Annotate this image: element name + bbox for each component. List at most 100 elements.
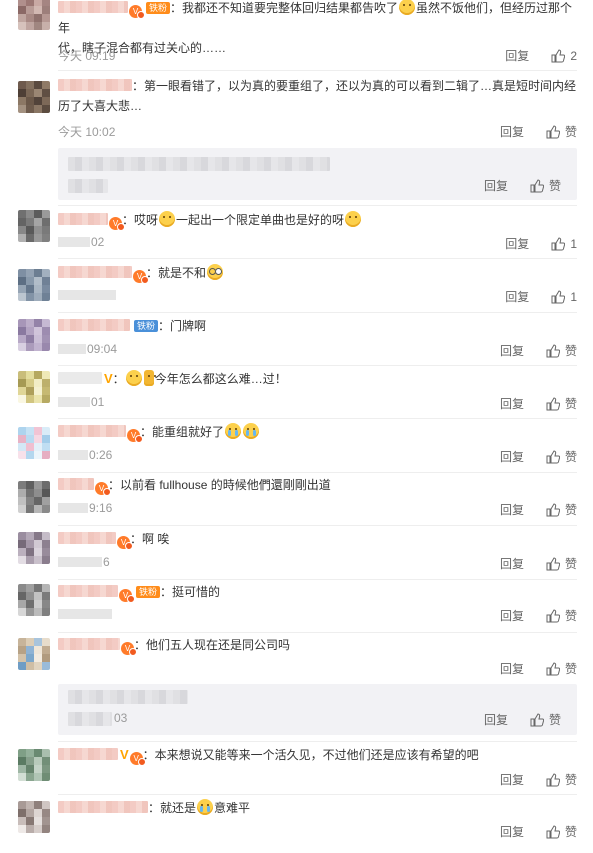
vip-icon: V: [119, 589, 135, 603]
comment-item: V 铁粉 ：挺可惜的 回复 赞: [0, 580, 593, 633]
like-button[interactable]: 赞: [546, 448, 577, 465]
like-button[interactable]: 1: [551, 290, 577, 304]
comment-item: V： 今年怎么都这么难…过！ 01 回复 赞: [0, 366, 593, 419]
like-count: 赞: [564, 503, 577, 517]
username[interactable]: [58, 1, 128, 13]
like-button[interactable]: 赞: [546, 555, 577, 572]
reply-button[interactable]: 回复: [500, 823, 524, 840]
thumbs-up-icon[interactable]: [530, 178, 544, 193]
reply-button[interactable]: 回复: [505, 47, 529, 64]
comment-text-continued: 一起出一个限定单曲也是好的呀: [176, 213, 345, 227]
avatar[interactable]: [18, 81, 50, 113]
comment-text: 今年怎么都这么难…过！: [154, 372, 287, 386]
vip-icon: V: [117, 536, 133, 550]
reply-button[interactable]: 回复: [500, 771, 524, 788]
like-button[interactable]: 赞: [546, 823, 577, 840]
comment-body: V ：啊 唉: [58, 529, 577, 550]
avatar[interactable]: [18, 427, 50, 459]
username[interactable]: [58, 319, 130, 331]
comment-item: V ：就是不和 回复 1: [0, 259, 593, 313]
comment-body: V ：他们五人现在还是同公司吗: [58, 635, 577, 656]
avatar[interactable]: [18, 749, 50, 781]
username[interactable]: [58, 585, 118, 597]
avatar[interactable]: [18, 0, 50, 30]
reply-button[interactable]: 回复: [500, 448, 524, 465]
comment-meta: 01 回复 赞: [58, 395, 577, 411]
avatar[interactable]: [18, 638, 50, 670]
crying-emoji-icon: [243, 423, 260, 439]
avatar[interactable]: [18, 481, 50, 513]
username[interactable]: [58, 801, 148, 813]
thumbs-up-icon: [551, 289, 566, 303]
avatar[interactable]: [18, 269, 50, 301]
like-button[interactable]: 2: [551, 49, 577, 63]
timestamp: 01: [58, 395, 104, 409]
reply-button[interactable]: 回复: [505, 235, 529, 252]
username[interactable]: [58, 213, 108, 225]
timestamp: [58, 607, 113, 621]
username[interactable]: [58, 372, 102, 384]
avatar[interactable]: [18, 319, 50, 351]
like-button[interactable]: 赞: [546, 771, 577, 788]
comment-body: V 铁粉 ：挺可惜的: [58, 582, 577, 603]
comment-text: ：能重组就好了: [140, 425, 225, 439]
comment-text: ：挺可惜的: [160, 585, 221, 599]
comment-body: 铁粉 ：门牌啊: [58, 316, 577, 336]
comment-item: ：第一眼看错了，以为真的要重组了，还以为真的可以看到二辑了…真是短时间内经 历了…: [0, 71, 593, 206]
avatar[interactable]: [18, 532, 50, 564]
sub-reply-button[interactable]: 回复: [484, 177, 508, 194]
verified-icon: V: [120, 747, 129, 762]
comment-body: V ：能重组就好了: [58, 422, 577, 443]
avatar[interactable]: [18, 584, 50, 616]
like-button[interactable]: 赞: [546, 395, 577, 412]
figure-emoji-icon: [143, 370, 154, 386]
username[interactable]: [58, 638, 120, 650]
username[interactable]: [58, 79, 132, 91]
comment-meta: 09:04 回复 赞: [58, 342, 577, 358]
reply-button[interactable]: 回复: [500, 607, 524, 624]
comment-meta: 回复 赞: [58, 771, 577, 787]
username[interactable]: [58, 532, 116, 544]
timestamp: 6: [58, 555, 110, 569]
reply-button[interactable]: 回复: [500, 123, 524, 140]
reply-button[interactable]: 回复: [500, 660, 524, 677]
avatar[interactable]: [18, 210, 50, 242]
like-count: 赞: [564, 450, 577, 464]
comment-body: ：就还是 意难平: [58, 798, 577, 818]
username[interactable]: [58, 266, 132, 278]
vip-icon: V: [129, 5, 145, 19]
avatar[interactable]: [18, 801, 50, 833]
reply-button[interactable]: 回复: [500, 342, 524, 359]
thumbs-up-icon[interactable]: [530, 712, 544, 727]
like-button[interactable]: 赞: [546, 660, 577, 677]
reply-button[interactable]: 回复: [505, 288, 529, 305]
username[interactable]: [58, 425, 126, 437]
username[interactable]: [58, 748, 118, 760]
thumbs-up-icon: [546, 343, 560, 357]
like-button[interactable]: 赞: [546, 607, 577, 624]
vip-icon: V: [109, 217, 125, 231]
verified-icon: V: [104, 371, 113, 386]
thumbs-up-icon: [546, 772, 560, 786]
sub-like-label[interactable]: 赞: [549, 711, 561, 728]
like-button[interactable]: 1: [551, 237, 577, 251]
comment-item: ：就还是 意难平 回复 赞: [0, 795, 593, 853]
like-button[interactable]: 赞: [546, 342, 577, 359]
comment-item: V ：能重组就好了 0:26 回复 赞: [0, 419, 593, 473]
thumbs-up-icon: [546, 661, 560, 675]
username[interactable]: [58, 478, 94, 490]
avatar[interactable]: [18, 371, 50, 403]
reply-button[interactable]: 回复: [500, 501, 524, 518]
reply-button[interactable]: 回复: [500, 555, 524, 572]
like-count: 赞: [564, 125, 577, 139]
comment-item: V ：他们五人现在还是同公司吗 回复 赞 03 回复 赞: [0, 633, 593, 742]
sub-like-label[interactable]: 赞: [549, 177, 561, 194]
like-button[interactable]: 赞: [546, 123, 577, 140]
reply-button[interactable]: 回复: [500, 395, 524, 412]
comment-meta: 6 回复 赞: [58, 555, 577, 571]
comment-text: ：他们五人现在还是同公司吗: [134, 638, 291, 652]
like-button[interactable]: 赞: [546, 501, 577, 518]
thumbs-up-icon: [546, 449, 560, 463]
thumbs-up-icon: [551, 48, 566, 62]
sub-reply-button[interactable]: 回复: [484, 711, 508, 728]
